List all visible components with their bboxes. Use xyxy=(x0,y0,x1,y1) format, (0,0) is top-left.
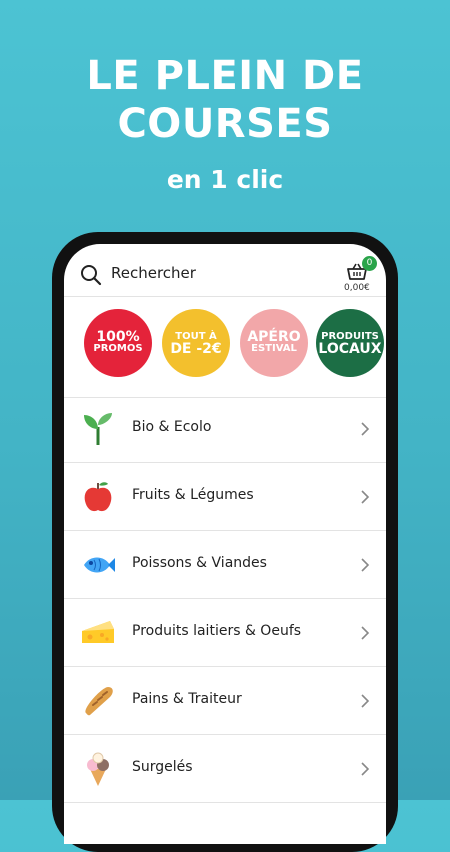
promo-tout-a-2-euros[interactable]: TOUT À DE -2€ xyxy=(162,309,230,377)
promo-line-2: ESTIVAL xyxy=(251,343,297,354)
category-label: Bio & Ecolo xyxy=(132,419,212,435)
hero-line-2: COURSES xyxy=(117,101,333,147)
promo-line-2: PROMOS xyxy=(93,343,143,354)
chevron-right-icon xyxy=(361,762,370,776)
category-label: Produits laitiers & Oeufs xyxy=(132,623,302,639)
chevron-right-icon xyxy=(361,694,370,708)
category-row-pains[interactable]: Pains & Traiteur xyxy=(64,667,386,735)
sprout-icon xyxy=(84,413,112,445)
hero-subline: en 1 clic xyxy=(166,165,284,194)
apple-icon xyxy=(84,482,112,512)
promo-line-2: LOCAUX xyxy=(318,341,382,357)
category-label: Poissons & Viandes xyxy=(132,555,267,571)
cart-count-badge: 0 xyxy=(362,256,377,271)
category-label: Fruits & Légumes xyxy=(132,487,254,503)
app-screen: Rechercher 0 0,00€ 100% PROMOS TOUT À DE… xyxy=(64,244,386,844)
chevron-right-icon xyxy=(361,490,370,504)
promo-line-2: DE -2€ xyxy=(170,341,222,357)
category-row-laitiers[interactable]: Produits laitiers & Oeufs xyxy=(64,599,386,667)
phone-frame: Rechercher 0 0,00€ 100% PROMOS TOUT À DE… xyxy=(52,232,398,852)
cart-total: 0,00€ xyxy=(344,283,370,293)
bread-icon xyxy=(85,687,113,716)
promo-line-1: 100% xyxy=(96,329,140,345)
hero-headline: LE PLEIN DE COURSES xyxy=(0,52,450,148)
hero-line-1: LE PLEIN DE xyxy=(86,53,364,99)
search-icon[interactable] xyxy=(80,264,102,286)
ice-cream-icon xyxy=(87,752,109,786)
promo-carousel[interactable]: 100% PROMOS TOUT À DE -2€ APÉRO ESTIVAL … xyxy=(64,297,386,398)
search-bar[interactable]: Rechercher 0 0,00€ xyxy=(64,244,386,297)
category-row-poissons[interactable]: Poissons & Viandes xyxy=(64,531,386,599)
promo-100-promos[interactable]: 100% PROMOS xyxy=(84,309,152,377)
promo-line-1: APÉRO xyxy=(247,329,301,345)
category-row-bio[interactable]: Bio & Ecolo xyxy=(64,395,386,463)
chevron-right-icon xyxy=(361,422,370,436)
chevron-right-icon xyxy=(361,626,370,640)
category-row-surgeles[interactable]: Surgelés xyxy=(64,735,386,803)
promo-apero-estival[interactable]: APÉRO ESTIVAL xyxy=(240,309,308,377)
promo-produits-locaux[interactable]: PRODUITS LOCAUX xyxy=(316,309,384,377)
cart-button[interactable]: 0 0,00€ xyxy=(342,256,382,296)
search-placeholder[interactable]: Rechercher xyxy=(111,264,196,282)
cheese-icon xyxy=(82,621,114,643)
category-list: Bio & Ecolo Fruits & Légumes Poissons & … xyxy=(64,395,386,803)
category-label: Surgelés xyxy=(132,759,193,775)
fish-icon xyxy=(84,557,115,573)
category-row-fruits[interactable]: Fruits & Légumes xyxy=(64,463,386,531)
category-label: Pains & Traiteur xyxy=(132,691,242,707)
chevron-right-icon xyxy=(361,558,370,572)
